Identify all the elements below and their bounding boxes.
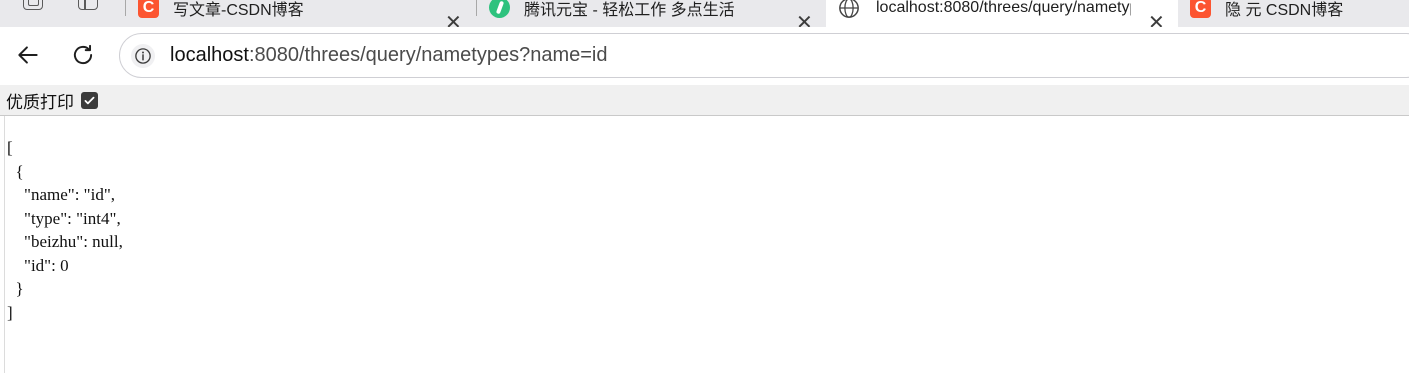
reload-button[interactable] (67, 39, 99, 71)
json-content-pane: [ { "name": "id", "type": "int4", "beizh… (4, 116, 1409, 373)
tab-title: 腾讯元宝 - 轻松工作 多点生活 (524, 1, 735, 19)
address-bar[interactable]: localhost:8080/threes/query/nametypes?na… (119, 33, 1409, 78)
json-line: "type": "int4", (7, 208, 121, 228)
workspaces-icon[interactable] (23, 0, 43, 10)
csdn-c-icon: C (1190, 0, 1211, 18)
json-line: { (7, 161, 24, 181)
tab-title: localhost:8080/threes/query/nametypes?na… (876, 0, 1131, 16)
tab-csdn-blog[interactable]: C 隐 元 CSDN博客 (1178, 0, 1409, 27)
json-viewer-bar: 优质打印 (0, 85, 1409, 116)
pretty-print-checkbox[interactable] (81, 91, 98, 109)
yuanbao-icon (489, 0, 510, 18)
pretty-print-label: 优质打印 (6, 92, 74, 113)
tab-yuanbao[interactable]: 腾讯元宝 - 轻松工作 多点生活 (477, 0, 825, 27)
info-icon (135, 47, 151, 64)
url-host: localhost (170, 44, 249, 66)
site-info-button[interactable] (131, 43, 155, 68)
tab-title: 写文章-CSDN博客 (173, 1, 304, 19)
json-line: "name": "id", (7, 185, 116, 204)
back-button[interactable] (12, 39, 44, 71)
checkmark-icon (84, 96, 95, 104)
globe-icon (839, 0, 859, 18)
close-tab-icon[interactable]: ✕ (1148, 12, 1165, 27)
json-line: "beizhu": null, (7, 232, 123, 251)
json-text: [ { "name": "id", "type": "int4", "beizh… (7, 136, 123, 324)
json-line: [ (7, 138, 13, 157)
back-arrow-icon (18, 46, 38, 64)
tab-localhost-active[interactable]: localhost:8080/threes/query/nametypes?na… (826, 0, 1178, 27)
url-path: :8080/threes/query/nametypes?name=id (248, 44, 608, 66)
browser-toolbar: localhost:8080/threes/query/nametypes?na… (0, 27, 1409, 85)
json-line: "id": 0 (7, 255, 69, 275)
json-line: } (7, 279, 24, 298)
tab-csdn-write[interactable]: C 写文章-CSDN博客 (126, 0, 476, 27)
json-line: ] (7, 302, 13, 322)
url-text[interactable]: localhost:8080/threes/query/nametypes?na… (170, 44, 608, 67)
vertical-tabs-icon[interactable] (78, 0, 98, 10)
close-tab-icon[interactable]: ✕ (445, 12, 462, 27)
tab-title: 隐 元 CSDN博客 (1225, 1, 1344, 19)
reload-icon (73, 44, 93, 65)
close-tab-icon[interactable]: ✕ (796, 12, 813, 27)
tab-strip: C 写文章-CSDN博客 ✕ 腾讯元宝 - 轻松工作 多点生活 ✕ localh… (0, 0, 1409, 27)
csdn-c-icon: C (138, 0, 159, 18)
